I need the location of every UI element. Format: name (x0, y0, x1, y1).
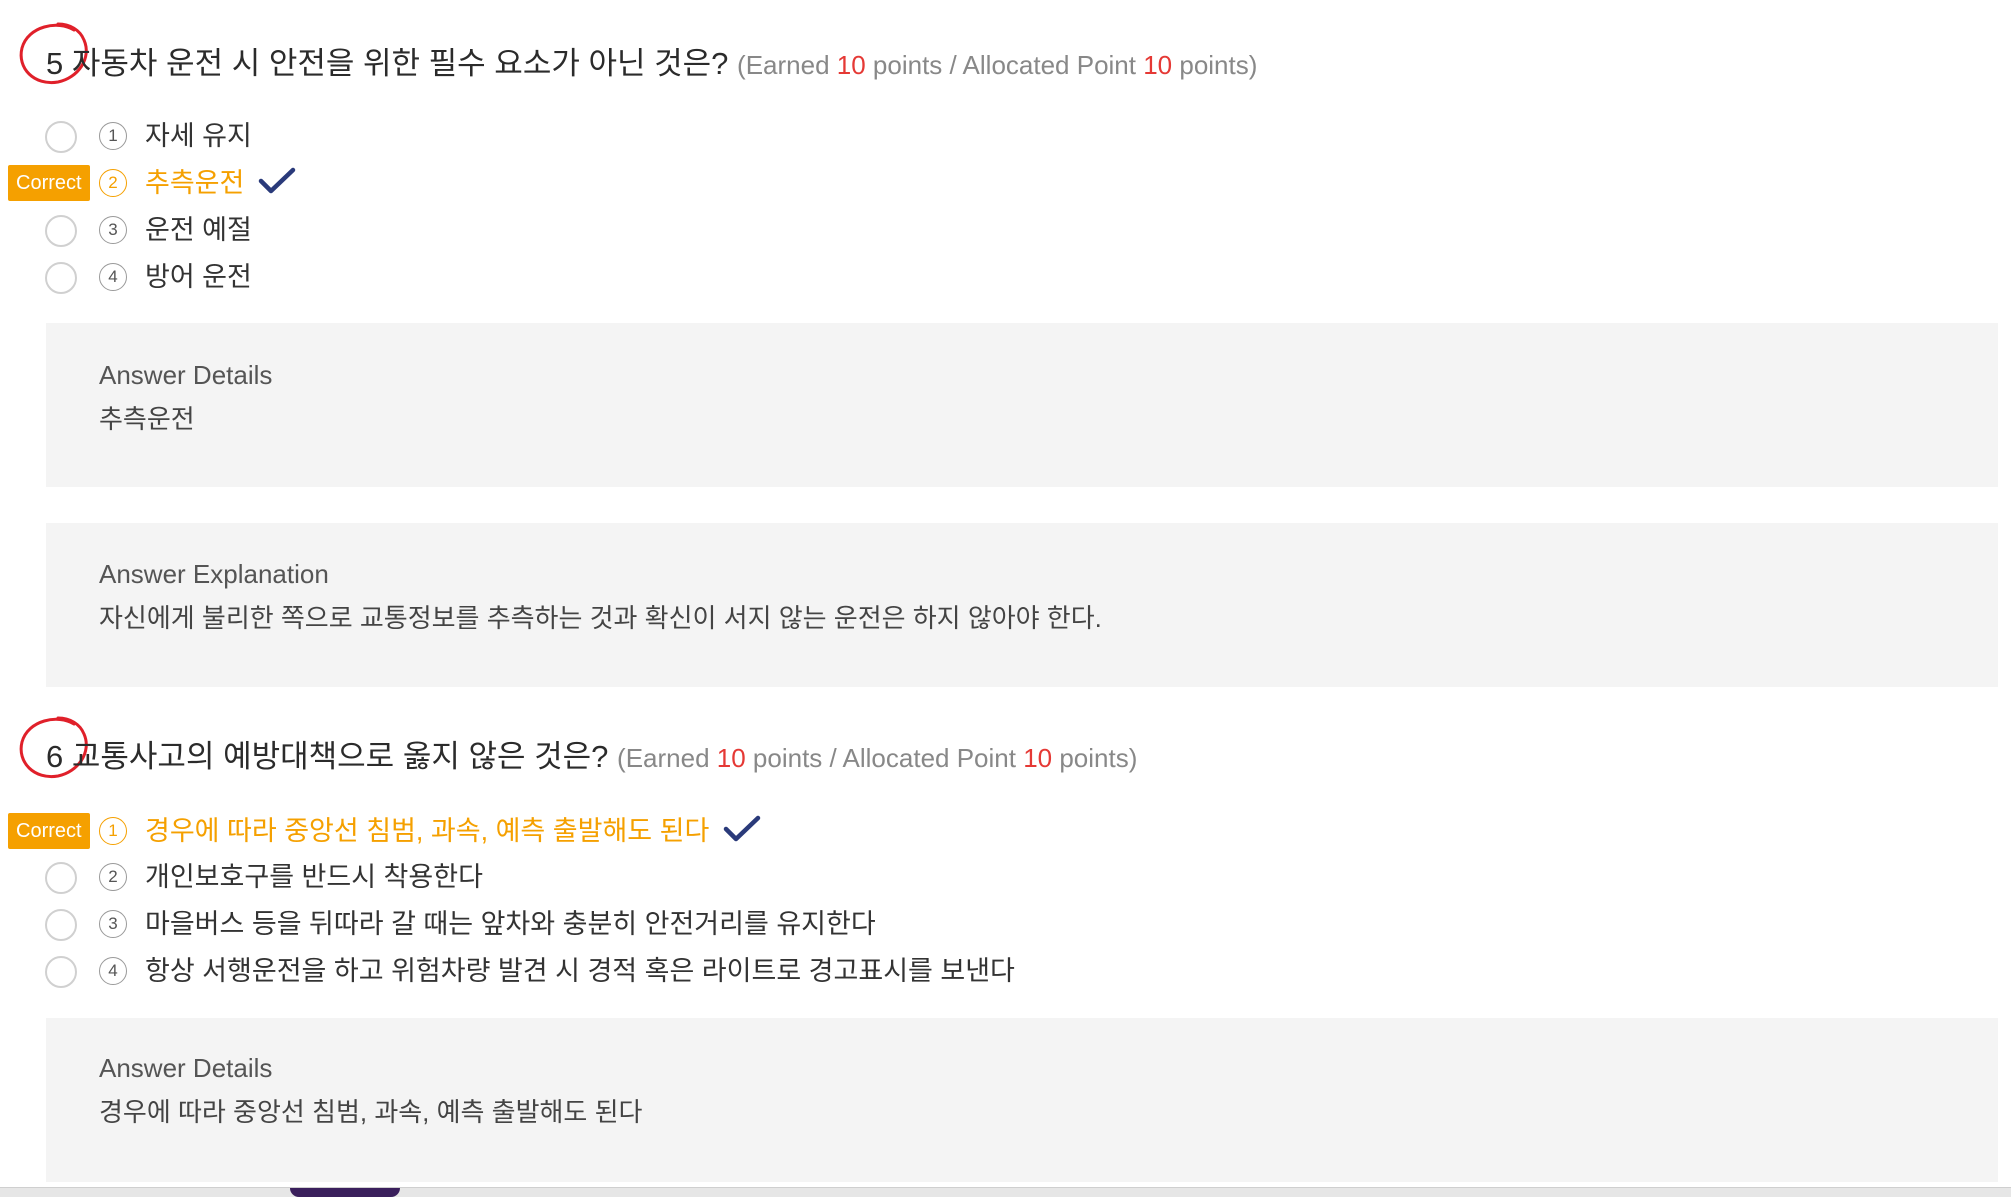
option-q5-2[interactable]: Correct 2 추측운전 (0, 165, 1400, 209)
option-radio[interactable] (45, 909, 77, 941)
answer-details-panel: Answer Details 경우에 따라 중앙선 침범, 과속, 예측 출발해… (46, 1018, 1998, 1182)
answer-explanation-label: Answer Explanation (99, 559, 329, 589)
answer-explanation-text: 자신에게 불리한 쪽으로 교통정보를 추측하는 것과 확신이 서지 않는 운전은… (99, 603, 1102, 633)
answer-details-text: 경우에 따라 중앙선 침범, 과속, 예측 출발해도 된다 (99, 1097, 643, 1127)
correct-badge: Correct (8, 813, 90, 849)
option-radio[interactable] (45, 121, 77, 153)
partial-avatar (290, 1188, 400, 1197)
option-text: 항상 서행운전을 하고 위험차량 발견 시 경적 혹은 라이트로 경고표시를 보… (145, 956, 1015, 986)
question-6-title: 6 교통사고의 예방대책으로 옳지 않은 것은? (Earned 10 poin… (46, 731, 1137, 776)
option-number: 3 (99, 910, 127, 938)
option-number: 4 (99, 957, 127, 985)
question-number: 5 (46, 46, 64, 81)
option-text: 추측운전 (145, 168, 245, 198)
checkmark-icon (259, 167, 296, 194)
option-q5-3[interactable]: 3 운전 예절 (0, 212, 1400, 256)
question-score: (Earned 10 points / Allocated Point 10 p… (617, 743, 1138, 773)
option-number: 3 (99, 216, 127, 244)
option-radio[interactable] (45, 862, 77, 894)
option-number: 2 (99, 863, 127, 891)
option-text: 운전 예절 (145, 215, 252, 245)
question-5-title: 5 자동차 운전 시 안전을 위한 필수 요소가 아닌 것은? (Earned … (46, 38, 1257, 83)
option-text-wrap: 추측운전 (145, 165, 296, 201)
option-q6-1[interactable]: Correct 1 경우에 따라 중앙선 침범, 과속, 예측 출발해도 된다 (0, 813, 1400, 857)
question-number: 6 (46, 739, 64, 774)
allocated-points: 10 (1023, 743, 1053, 773)
quiz-results-page: 5 자동차 운전 시 안전을 위한 필수 요소가 아닌 것은? (Earned … (0, 0, 2011, 1197)
option-radio[interactable] (45, 215, 77, 247)
option-text: 방어 운전 (145, 262, 252, 292)
option-q5-1[interactable]: 1 자세 유지 (0, 118, 1400, 162)
answer-explanation-panel: Answer Explanation 자신에게 불리한 쪽으로 교통정보를 추측… (46, 523, 1998, 687)
option-text-wrap: 경우에 따라 중앙선 침범, 과속, 예측 출발해도 된다 (145, 813, 761, 849)
answer-details-panel: Answer Details 추측운전 (46, 323, 1998, 487)
answer-details-text: 추측운전 (99, 404, 195, 434)
option-radio[interactable] (45, 262, 77, 294)
answer-details-label: Answer Details (99, 1053, 273, 1083)
correct-badge: Correct (8, 165, 90, 201)
option-text: 자세 유지 (145, 121, 252, 151)
option-number: 1 (99, 817, 127, 845)
option-number: 2 (99, 169, 127, 197)
answer-details-label: Answer Details (99, 360, 273, 390)
earned-points: 10 (836, 50, 866, 80)
option-q6-4[interactable]: 4 항상 서행운전을 하고 위험차량 발견 시 경적 혹은 라이트로 경고표시를… (0, 953, 1400, 997)
earned-points: 10 (716, 743, 746, 773)
option-number: 4 (99, 263, 127, 291)
option-radio[interactable] (45, 956, 77, 988)
checkmark-icon (724, 815, 761, 842)
allocated-points: 10 (1143, 50, 1173, 80)
option-q6-3[interactable]: 3 마을버스 등을 뒤따라 갈 때는 앞차와 충분히 안전거리를 유지한다 (0, 906, 1400, 950)
question-score: (Earned 10 points / Allocated Point 10 p… (737, 50, 1258, 80)
option-text: 마을버스 등을 뒤따라 갈 때는 앞차와 충분히 안전거리를 유지한다 (145, 909, 876, 939)
question-text: 교통사고의 예방대책으로 옳지 않은 것은? (71, 739, 609, 774)
option-text: 경우에 따라 중앙선 침범, 과속, 예측 출발해도 된다 (145, 816, 710, 846)
option-number: 1 (99, 122, 127, 150)
question-text: 자동차 운전 시 안전을 위한 필수 요소가 아닌 것은? (71, 46, 729, 81)
option-q6-2[interactable]: 2 개인보호구를 반드시 착용한다 (0, 859, 1400, 903)
option-text: 개인보호구를 반드시 착용한다 (145, 862, 483, 892)
option-q5-4[interactable]: 4 방어 운전 (0, 259, 1400, 303)
